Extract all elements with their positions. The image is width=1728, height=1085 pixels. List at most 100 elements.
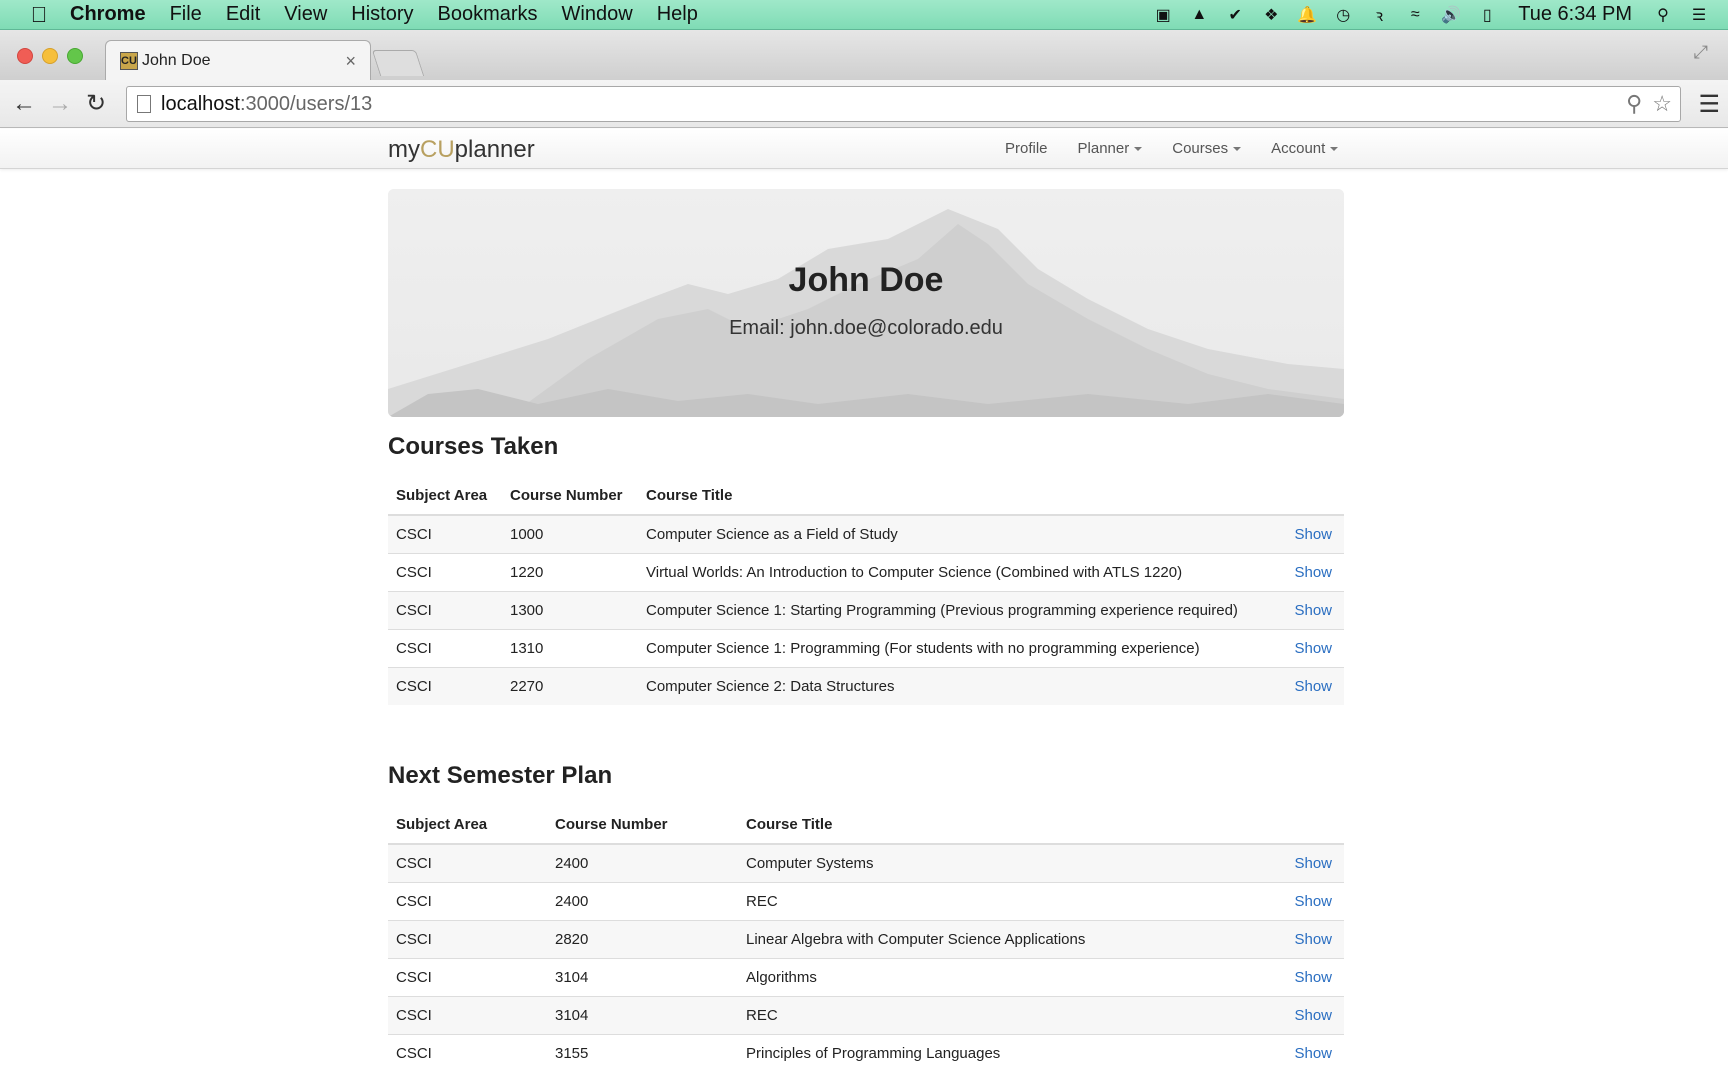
profile-name: John Doe — [788, 261, 944, 299]
menu-edit[interactable]: Edit — [214, 3, 272, 26]
col-course-title: Course Title — [638, 477, 1264, 516]
table-row: CSCI 3104 Algorithms Show — [388, 957, 1344, 996]
menu-history[interactable]: History — [339, 3, 425, 26]
menu-help[interactable]: Help — [645, 3, 710, 26]
tab-title: John Doe — [142, 51, 211, 69]
cell-action: Show — [1264, 590, 1344, 629]
cu-favicon-icon: CU — [120, 51, 138, 70]
table-header-row: Subject Area Course Number Course Title — [388, 806, 1344, 845]
cell-title: Linear Algebra with Computer Science App… — [738, 919, 1264, 958]
window-close-button[interactable] — [17, 48, 33, 64]
chrome-menu-icon[interactable]: ☰ — [1698, 90, 1720, 119]
nav-profile-label: Profile — [1005, 140, 1048, 157]
reload-icon[interactable]: ↻ — [78, 89, 114, 118]
volume-icon[interactable]: 🔊 — [1440, 6, 1462, 24]
show-link[interactable]: Show — [1294, 855, 1332, 872]
menubar-clock[interactable]: Tue 6:34 PM — [1518, 3, 1632, 26]
cell-subject: CSCI — [388, 514, 502, 553]
cell-title: REC — [738, 881, 1264, 920]
show-link[interactable]: Show — [1294, 969, 1332, 986]
app-menu: Chrome File Edit View History Bookmarks … — [58, 3, 710, 26]
brand-my: my — [388, 136, 420, 163]
brand-logo[interactable]: myCUplanner — [388, 136, 535, 164]
brand-cu: CU — [420, 136, 455, 163]
wifi-icon[interactable]: ≈ — [1404, 6, 1426, 24]
cell-title: Computer Science as a Field of Study — [638, 514, 1264, 553]
drive-icon[interactable]: ▲ — [1188, 6, 1210, 24]
url-host: localhost — [161, 92, 240, 115]
cell-action: Show — [1264, 843, 1344, 882]
menu-window[interactable]: Window — [550, 3, 645, 26]
cell-action: Show — [1264, 628, 1344, 667]
address-bar[interactable]: localhost:3000/users/13 ⚲ ☆ — [126, 86, 1681, 122]
cell-action: Show — [1264, 881, 1344, 920]
omnibox-actions: ⚲ ☆ — [1626, 91, 1680, 117]
site-navbar: myCUplanner Profile Planner Courses Acco… — [0, 129, 1728, 169]
dropbox-icon[interactable]: ❖ — [1260, 6, 1282, 24]
show-link[interactable]: Show — [1294, 931, 1332, 948]
cell-subject: CSCI — [388, 881, 547, 920]
caret-down-icon — [1330, 147, 1339, 152]
checkmark-app-icon[interactable]: ✔ — [1224, 6, 1246, 24]
spotlight-search-icon[interactable]: ⚲ — [1652, 6, 1674, 24]
cell-action: Show — [1264, 919, 1344, 958]
url-path: :3000/users/13 — [239, 92, 373, 115]
nav-planner-dropdown[interactable]: Planner — [1063, 140, 1158, 157]
fullscreen-icon[interactable]: ⤢ — [1694, 42, 1708, 63]
table-row: CSCI 3104 REC Show — [388, 995, 1344, 1034]
table-header-row: Subject Area Course Number Course Title — [388, 477, 1344, 516]
show-link[interactable]: Show — [1294, 1007, 1332, 1024]
cell-title: Computer Systems — [738, 843, 1264, 882]
show-link[interactable]: Show — [1294, 640, 1332, 657]
cell-action: Show — [1264, 514, 1344, 553]
menu-view[interactable]: View — [272, 3, 339, 26]
browser-toolbar: ← → ↻ localhost:3000/users/13 ⚲ ☆ ☰ — [0, 80, 1728, 128]
show-link[interactable]: Show — [1294, 602, 1332, 619]
cell-subject: CSCI — [388, 957, 547, 996]
bookmark-star-icon[interactable]: ☆ — [1652, 91, 1672, 117]
col-course-number: Course Number — [502, 477, 638, 516]
caret-down-icon — [1134, 147, 1143, 152]
battery-icon[interactable]: ▯ — [1476, 6, 1498, 24]
menu-bookmarks[interactable]: Bookmarks — [426, 3, 550, 26]
col-course-title: Course Title — [738, 806, 1264, 845]
show-link[interactable]: Show — [1294, 678, 1332, 695]
cell-subject: CSCI — [388, 590, 502, 629]
menu-app-name[interactable]: Chrome — [58, 3, 158, 26]
col-actions — [1264, 477, 1344, 516]
next-semester-heading: Next Semester Plan — [388, 762, 613, 789]
table-row: CSCI 2400 Computer Systems Show — [388, 843, 1344, 882]
tab-close-icon[interactable]: × — [345, 51, 356, 72]
table-row: CSCI 3155 Principles of Programming Lang… — [388, 1033, 1344, 1072]
cell-number: 3104 — [547, 957, 738, 996]
window-zoom-button[interactable] — [67, 48, 83, 64]
tab-active[interactable]: CU John Doe × — [105, 40, 371, 80]
show-link[interactable]: Show — [1294, 1045, 1332, 1062]
search-zoom-icon[interactable]: ⚲ — [1626, 91, 1642, 117]
nav-courses-dropdown[interactable]: Courses — [1157, 140, 1256, 157]
menu-file[interactable]: File — [158, 3, 214, 26]
show-link[interactable]: Show — [1294, 526, 1332, 543]
bluetooth-icon[interactable]: ꝛ — [1368, 6, 1390, 25]
airplay-icon[interactable]: ▣ — [1152, 6, 1174, 24]
show-link[interactable]: Show — [1294, 564, 1332, 581]
table-row: CSCI 2270 Computer Science 2: Data Struc… — [388, 666, 1344, 705]
back-arrow-icon[interactable]: ← — [6, 90, 42, 118]
nav-account-dropdown[interactable]: Account — [1256, 140, 1353, 157]
cell-subject: CSCI — [388, 552, 502, 591]
nav-profile[interactable]: Profile — [990, 140, 1063, 157]
time-machine-icon[interactable]: ◷ — [1332, 6, 1354, 24]
window-minimize-button[interactable] — [42, 48, 58, 64]
notification-bell-icon[interactable]: 🔔 — [1296, 6, 1318, 24]
notification-center-icon[interactable]: ☰ — [1688, 6, 1710, 24]
new-tab-button[interactable] — [371, 50, 425, 76]
mountain-background-image — [388, 189, 1344, 417]
apple-menu-icon[interactable]:  — [20, 2, 58, 28]
courses-taken-heading: Courses Taken — [388, 433, 559, 460]
forward-arrow-icon[interactable]: → — [42, 90, 78, 118]
tab-strip: CU John Doe × ⤢ — [0, 30, 1728, 80]
nav-account-label: Account — [1271, 140, 1326, 157]
cell-subject: CSCI — [388, 666, 502, 705]
show-link[interactable]: Show — [1294, 893, 1332, 910]
cell-action: Show — [1264, 1033, 1344, 1072]
